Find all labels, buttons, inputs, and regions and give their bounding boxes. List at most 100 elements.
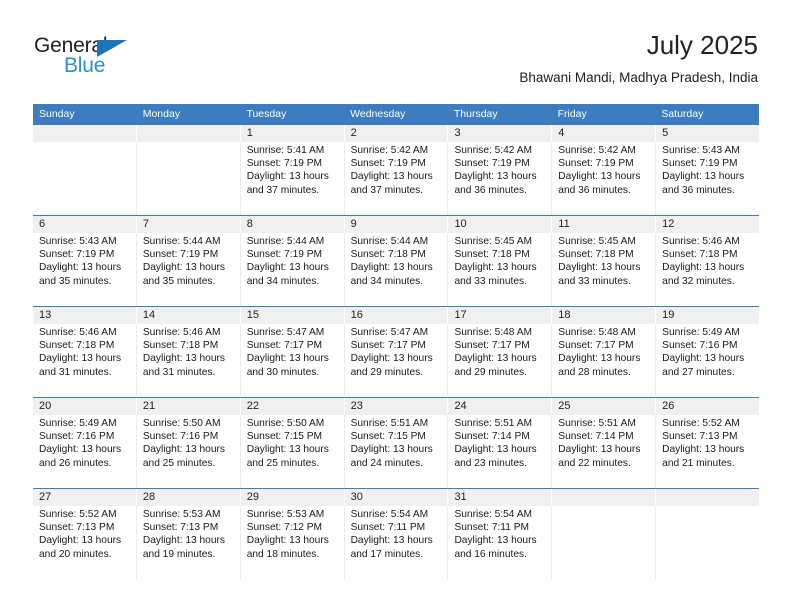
day-number[interactable]: 5 bbox=[655, 125, 759, 142]
day-cell[interactable]: Sunrise: 5:44 AM Sunset: 7:19 PM Dayligh… bbox=[135, 233, 240, 306]
day-number[interactable]: 17 bbox=[447, 307, 551, 324]
sunset-text: Sunset: 7:14 PM bbox=[454, 431, 530, 443]
day-number[interactable]: 15 bbox=[239, 307, 344, 324]
day-cell[interactable]: Sunrise: 5:45 AM Sunset: 7:18 PM Dayligh… bbox=[447, 233, 551, 306]
daylight-text-1: Daylight: 13 hours bbox=[350, 535, 433, 547]
day-cell[interactable]: Sunrise: 5:43 AM Sunset: 7:19 PM Dayligh… bbox=[33, 233, 136, 306]
day-cell[interactable]: Sunrise: 5:42 AM Sunset: 7:19 PM Dayligh… bbox=[447, 142, 551, 215]
daylight-text-1: Daylight: 13 hours bbox=[662, 262, 745, 274]
day-number[interactable]: 22 bbox=[239, 398, 344, 415]
sunset-text: Sunset: 7:18 PM bbox=[454, 249, 530, 261]
day-number[interactable]: 8 bbox=[239, 216, 344, 233]
day-number[interactable]: 19 bbox=[655, 307, 759, 324]
daylight-text-2: and 35 minutes. bbox=[142, 275, 216, 287]
day-number[interactable]: 10 bbox=[447, 216, 551, 233]
day-cell[interactable]: Sunrise: 5:53 AM Sunset: 7:13 PM Dayligh… bbox=[135, 506, 240, 579]
day-cell[interactable]: Sunrise: 5:42 AM Sunset: 7:19 PM Dayligh… bbox=[343, 142, 448, 215]
general-blue-logo[interactable]: General Blue bbox=[34, 34, 224, 86]
sunrise-text: Sunrise: 5:52 AM bbox=[39, 509, 117, 520]
day-number[interactable]: 14 bbox=[135, 307, 240, 324]
daylight-text-2: and 25 minutes. bbox=[246, 457, 320, 469]
sunrise-text: Sunrise: 5:51 AM bbox=[350, 418, 429, 429]
day-number[interactable]: 3 bbox=[447, 125, 551, 142]
day-number[interactable]: 20 bbox=[33, 398, 136, 415]
day-number[interactable]: 9 bbox=[343, 216, 448, 233]
day-number[interactable]: 31 bbox=[447, 489, 551, 506]
day-cell[interactable]: Sunrise: 5:46 AM Sunset: 7:18 PM Dayligh… bbox=[655, 233, 759, 306]
day-number[interactable]: 30 bbox=[343, 489, 448, 506]
daylight-text-1: Daylight: 13 hours bbox=[39, 535, 122, 547]
day-number[interactable]: 26 bbox=[655, 398, 759, 415]
day-cell[interactable] bbox=[33, 142, 136, 215]
day-cell[interactable]: Sunrise: 5:44 AM Sunset: 7:18 PM Dayligh… bbox=[343, 233, 448, 306]
day-number[interactable]: 23 bbox=[343, 398, 448, 415]
day-number[interactable]: 2 bbox=[343, 125, 448, 142]
sunrise-text: Sunrise: 5:42 AM bbox=[558, 145, 636, 156]
day-cell[interactable] bbox=[135, 142, 240, 215]
day-cell[interactable]: Sunrise: 5:51 AM Sunset: 7:14 PM Dayligh… bbox=[447, 415, 551, 488]
day-number[interactable]: 21 bbox=[135, 398, 240, 415]
day-cell[interactable]: Sunrise: 5:48 AM Sunset: 7:17 PM Dayligh… bbox=[551, 324, 655, 397]
logo-text-blue: Blue bbox=[64, 54, 106, 77]
day-cell[interactable]: Sunrise: 5:47 AM Sunset: 7:17 PM Dayligh… bbox=[239, 324, 344, 397]
day-number[interactable] bbox=[135, 125, 240, 142]
day-cell[interactable] bbox=[551, 506, 655, 579]
daylight-text-1: Daylight: 13 hours bbox=[558, 262, 641, 274]
day-cell[interactable]: Sunrise: 5:48 AM Sunset: 7:17 PM Dayligh… bbox=[447, 324, 551, 397]
day-cell[interactable]: Sunrise: 5:54 AM Sunset: 7:11 PM Dayligh… bbox=[447, 506, 551, 579]
day-cell[interactable]: Sunrise: 5:43 AM Sunset: 7:19 PM Dayligh… bbox=[655, 142, 759, 215]
day-number[interactable]: 27 bbox=[33, 489, 136, 506]
weekday-header-monday: Monday bbox=[142, 108, 181, 120]
day-cell[interactable]: Sunrise: 5:51 AM Sunset: 7:14 PM Dayligh… bbox=[551, 415, 655, 488]
day-number[interactable] bbox=[655, 489, 759, 506]
day-number[interactable] bbox=[33, 125, 136, 142]
day-number[interactable] bbox=[551, 489, 655, 506]
daylight-text-2: and 29 minutes. bbox=[350, 366, 424, 378]
day-cell[interactable]: Sunrise: 5:47 AM Sunset: 7:17 PM Dayligh… bbox=[343, 324, 448, 397]
day-cell[interactable]: Sunrise: 5:49 AM Sunset: 7:16 PM Dayligh… bbox=[655, 324, 759, 397]
sunrise-text: Sunrise: 5:44 AM bbox=[142, 236, 221, 247]
day-cell[interactable]: Sunrise: 5:53 AM Sunset: 7:12 PM Dayligh… bbox=[239, 506, 344, 579]
sunrise-text: Sunrise: 5:53 AM bbox=[142, 509, 221, 520]
day-cell[interactable]: Sunrise: 5:49 AM Sunset: 7:16 PM Dayligh… bbox=[33, 415, 136, 488]
daylight-text-2: and 20 minutes. bbox=[39, 548, 112, 560]
week-row: 27 28 29 30 31 Sunrise: 5:52 AM Sunset: … bbox=[33, 488, 759, 579]
week-daynumber-band: 13 14 15 16 17 18 19 bbox=[33, 307, 759, 324]
day-number[interactable]: 25 bbox=[551, 398, 655, 415]
sunrise-text: Sunrise: 5:51 AM bbox=[454, 418, 533, 429]
day-cell[interactable]: Sunrise: 5:50 AM Sunset: 7:16 PM Dayligh… bbox=[135, 415, 240, 488]
day-number[interactable]: 12 bbox=[655, 216, 759, 233]
day-number[interactable]: 6 bbox=[33, 216, 136, 233]
day-cell[interactable]: Sunrise: 5:41 AM Sunset: 7:19 PM Dayligh… bbox=[239, 142, 344, 215]
sunset-text: Sunset: 7:15 PM bbox=[350, 431, 426, 443]
day-cell[interactable]: Sunrise: 5:45 AM Sunset: 7:18 PM Dayligh… bbox=[551, 233, 655, 306]
day-number[interactable]: 18 bbox=[551, 307, 655, 324]
sunset-text: Sunset: 7:16 PM bbox=[39, 431, 115, 443]
day-number[interactable]: 13 bbox=[33, 307, 136, 324]
day-number[interactable]: 7 bbox=[135, 216, 240, 233]
day-cell[interactable] bbox=[655, 506, 759, 579]
day-cell[interactable]: Sunrise: 5:52 AM Sunset: 7:13 PM Dayligh… bbox=[655, 415, 759, 488]
day-cell[interactable]: Sunrise: 5:44 AM Sunset: 7:19 PM Dayligh… bbox=[239, 233, 344, 306]
day-number[interactable]: 4 bbox=[551, 125, 655, 142]
day-number[interactable]: 24 bbox=[447, 398, 551, 415]
day-number[interactable]: 16 bbox=[343, 307, 448, 324]
day-cell[interactable]: Sunrise: 5:46 AM Sunset: 7:18 PM Dayligh… bbox=[33, 324, 136, 397]
day-number[interactable]: 28 bbox=[135, 489, 240, 506]
daylight-text-2: and 37 minutes. bbox=[350, 184, 424, 196]
day-number[interactable]: 29 bbox=[239, 489, 344, 506]
sunset-text: Sunset: 7:18 PM bbox=[39, 340, 115, 352]
sunrise-text: Sunrise: 5:44 AM bbox=[350, 236, 429, 247]
day-cell[interactable]: Sunrise: 5:52 AM Sunset: 7:13 PM Dayligh… bbox=[33, 506, 136, 579]
day-cell[interactable]: Sunrise: 5:46 AM Sunset: 7:18 PM Dayligh… bbox=[135, 324, 240, 397]
day-cell[interactable]: Sunrise: 5:42 AM Sunset: 7:19 PM Dayligh… bbox=[551, 142, 655, 215]
day-number[interactable]: 11 bbox=[551, 216, 655, 233]
day-cell[interactable]: Sunrise: 5:50 AM Sunset: 7:15 PM Dayligh… bbox=[239, 415, 344, 488]
sunrise-text: Sunrise: 5:46 AM bbox=[662, 236, 740, 247]
day-cell[interactable]: Sunrise: 5:51 AM Sunset: 7:15 PM Dayligh… bbox=[343, 415, 448, 488]
sunrise-text: Sunrise: 5:41 AM bbox=[246, 145, 325, 156]
day-cell[interactable]: Sunrise: 5:54 AM Sunset: 7:11 PM Dayligh… bbox=[343, 506, 448, 579]
day-number[interactable]: 1 bbox=[239, 125, 344, 142]
daylight-text-2: and 28 minutes. bbox=[558, 366, 631, 378]
sunset-text: Sunset: 7:17 PM bbox=[558, 340, 634, 352]
